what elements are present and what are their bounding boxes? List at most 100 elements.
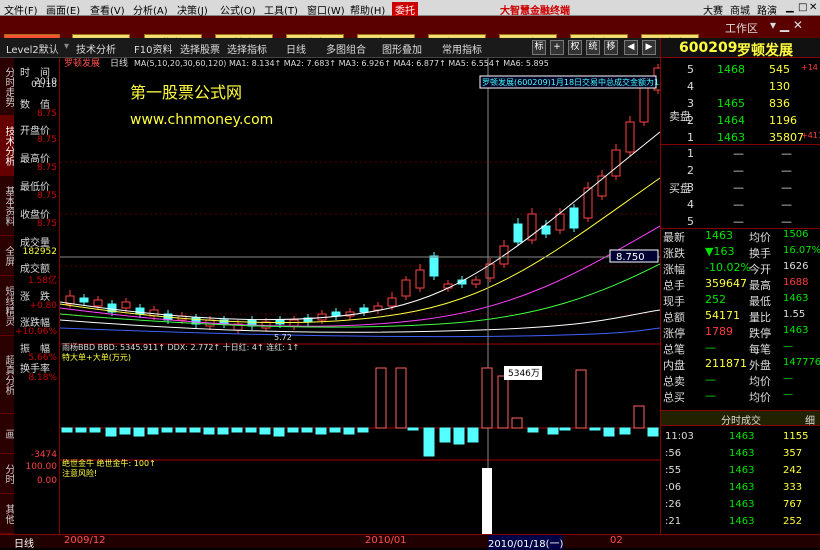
tick-volume: 242 — [783, 465, 803, 476]
next-icon[interactable]: ▶ — [642, 40, 656, 55]
workarea-controls-icon[interactable]: ▾ ▁ ✕ — [770, 18, 803, 32]
bbd-bar — [647, 427, 659, 437]
candle-body — [415, 269, 425, 289]
tab-intraday[interactable]: 分时走势 — [0, 58, 14, 116]
stat-value: 16.07% — [783, 245, 820, 256]
stats-button[interactable]: 统 — [586, 40, 600, 55]
kline-chart[interactable]: 罗顿发展 日线 MA(5,10,20,30,60,120) MA1: 8.134↑ … — [59, 57, 708, 534]
pick-stock-button[interactable]: 选择股票 — [180, 41, 220, 56]
bbd-bar — [511, 417, 523, 429]
mark-button[interactable]: 标 — [532, 40, 546, 55]
info-value: 8.75 — [36, 109, 57, 119]
menu-mall[interactable]: 商城 — [730, 2, 750, 17]
minimize-icon[interactable]: ▁ — [786, 2, 794, 13]
tick-volume: 1155 — [783, 431, 809, 442]
close-icon[interactable]: ✕ — [809, 2, 817, 13]
tab-super[interactable]: 超真分析 — [0, 336, 14, 414]
tick-volume: 767 — [783, 499, 803, 510]
menu-formula[interactable]: 公式(O) — [220, 2, 256, 17]
bbd-bar — [287, 427, 299, 433]
overlay-button[interactable]: 图形叠加 — [382, 41, 422, 56]
menu-file[interactable]: 文件(F) — [4, 2, 38, 17]
candle-body — [639, 85, 649, 123]
tech-analysis-button[interactable]: 技术分析 — [76, 41, 116, 56]
bbd-bar — [439, 427, 451, 443]
f10-button[interactable]: F10资料 — [134, 41, 172, 56]
tick-price: 1463 — [729, 448, 755, 459]
period-select[interactable]: 日线 — [286, 41, 306, 56]
bbd-bar — [357, 427, 369, 433]
stat-value: ▼163 — [705, 245, 735, 258]
menu-edit[interactable]: 画面(E) — [46, 2, 80, 17]
tab-fullscreen[interactable]: 全屏 — [0, 236, 14, 276]
tab-basics[interactable]: 基本资料 — [0, 176, 14, 236]
crosshair-button[interactable]: + — [550, 40, 564, 55]
tab-technical[interactable]: 技术分析 — [0, 116, 14, 176]
ask-row: 5 1468 545 +14 — [661, 62, 820, 78]
watermark-url: www.chnmoney.com — [130, 112, 273, 128]
ticks-header: 分时成交 细 — [661, 410, 820, 427]
menu-tools[interactable]: 工具(T) — [264, 2, 298, 17]
bid-volume: — — [781, 181, 792, 194]
tick-time: :26 — [665, 499, 682, 510]
tab-other[interactable]: 其他 — [0, 494, 14, 534]
level2-select[interactable]: Level2默认 — [6, 41, 59, 56]
tab-minute[interactable]: 分时 — [0, 454, 14, 494]
candle-body — [275, 319, 285, 325]
bbd-subtitle: 特大单+大单(万元) — [62, 352, 131, 362]
ask-price: 1465 — [717, 97, 745, 110]
ticks-title: 分时成交 — [721, 416, 761, 427]
bid-price: — — [733, 198, 744, 211]
multi-chart-button[interactable]: 多图组合 — [326, 41, 366, 56]
nav-bar: 股票 港股 指数 基金 债券 商品 新闻 服务 内参 研究室 工作区 ▾ ▁ ✕ — [0, 16, 820, 52]
entrust-button[interactable]: 委托 — [392, 2, 418, 17]
stat-value: 359647 — [705, 277, 747, 290]
ma-legend: MA(5,10,20,30,60,120) MA1: 8.134↑ MA2: 7… — [134, 59, 549, 68]
info-value: 1.58亿 — [27, 276, 57, 286]
menu-analysis[interactable]: 分析(A) — [133, 2, 168, 17]
rights-button[interactable]: 权 — [568, 40, 582, 55]
menu-window[interactable]: 窗口(W) — [307, 2, 345, 17]
pick-indicator-button[interactable]: 选择指标 — [227, 41, 267, 56]
common-indicator-button[interactable]: 常用指标 — [442, 41, 482, 56]
bbd-bar — [217, 427, 229, 435]
ask-change: +411 — [801, 131, 820, 140]
menu-contest[interactable]: 大赛 — [703, 2, 723, 17]
stat-label: 外盘 — [749, 359, 771, 372]
stat-value: 54171 — [705, 309, 740, 322]
menu-view[interactable]: 查看(V) — [90, 2, 125, 17]
date-label: 02 — [610, 535, 623, 546]
ask-price: 1463 — [717, 131, 745, 144]
move-button[interactable]: 移 — [604, 40, 618, 55]
jsjn-subtitle: 注意风险! — [62, 468, 97, 478]
bbd-bar — [301, 427, 313, 433]
menu-roadshow[interactable]: 路演 — [757, 2, 777, 17]
tick-price: 1463 — [729, 499, 755, 510]
candle-body — [93, 299, 103, 307]
menu-help[interactable]: 帮助(H) — [350, 2, 385, 17]
bid-volume: — — [781, 198, 792, 211]
menu-decision[interactable]: 决策(J) — [177, 2, 208, 17]
scale-label: 100.00 — [25, 462, 58, 472]
ticks-detail-button[interactable]: 细 — [805, 412, 815, 427]
workarea-tab[interactable]: 工作区 — [725, 20, 758, 36]
stat-row: 涨幅 -10.02% 今开 1626 — [661, 260, 820, 276]
candle-body — [471, 279, 481, 285]
tick-row: 11:03 1463 1155 — [661, 430, 820, 446]
stat-label: 内盘 — [663, 359, 685, 372]
tab-short-elf[interactable]: 短线精灵 — [0, 276, 14, 336]
low-marker: 5.72 — [274, 333, 292, 342]
tick-row: :21 1463 252 — [661, 515, 820, 531]
chart-area[interactable]: 罗顿发展 日线 MA(5,10,20,30,60,120) MA1: 8.134↑ … — [59, 57, 708, 534]
stat-value: 1688 — [783, 277, 809, 288]
tick-time: :21 — [665, 516, 682, 527]
stat-label: 每笔 — [749, 343, 771, 356]
candle-body — [513, 223, 523, 243]
chart-stock-name: 罗顿发展 — [64, 58, 100, 69]
tab-draw[interactable]: 画 — [0, 414, 14, 454]
stat-value: 1463 — [783, 325, 809, 336]
prev-icon[interactable]: ◀ — [624, 40, 638, 55]
bbd-bar — [395, 367, 407, 429]
bbd-header: 雨杨BBD BBD: 5345.911↑ DDX: 2.772↑ 十日红: 4↑… — [62, 342, 299, 352]
maximize-icon[interactable]: □ — [798, 2, 807, 13]
